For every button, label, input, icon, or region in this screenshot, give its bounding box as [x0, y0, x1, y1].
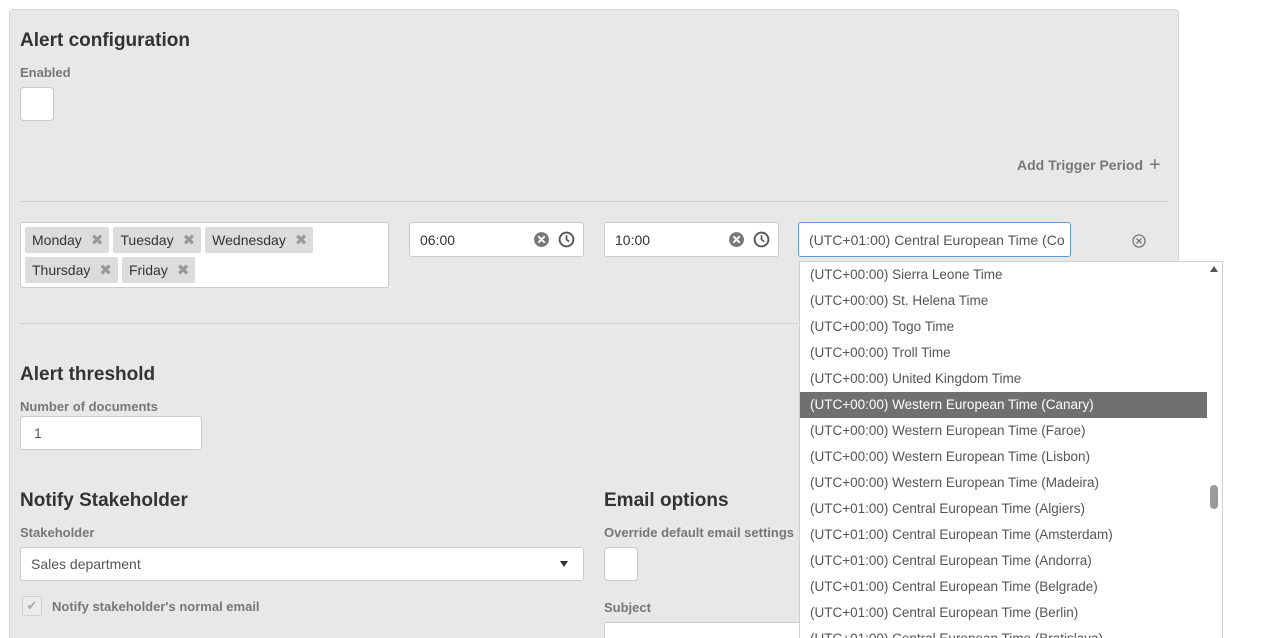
remove-tag-icon[interactable]: ✖: [91, 231, 104, 249]
timezone-option[interactable]: (UTC+00:00) St. Helena Time: [800, 288, 1208, 314]
end-time-input[interactable]: 10:00: [604, 222, 779, 257]
timezone-option[interactable]: (UTC+00:00) Troll Time: [800, 340, 1208, 366]
day-tag-label: Wednesday: [212, 232, 286, 248]
timezone-option[interactable]: (UTC+00:00) Western European Time (Faroe…: [800, 418, 1208, 444]
enabled-label: Enabled: [20, 65, 71, 80]
alert-threshold-heading: Alert threshold: [20, 364, 156, 385]
subject-label: Subject: [604, 600, 651, 615]
timezone-value: (UTC+01:00) Central European Time (Co: [809, 231, 1065, 248]
remove-trigger-period-icon[interactable]: [1131, 233, 1147, 249]
documents-label: Number of documents: [20, 399, 158, 414]
enabled-checkbox[interactable]: [20, 87, 54, 121]
normal-email-option[interactable]: ✔ Notify stakeholder's normal email: [22, 596, 260, 616]
divider: [20, 323, 798, 324]
timezone-option[interactable]: (UTC+01:00) Central European Time (Berli…: [800, 600, 1208, 626]
plus-icon: +: [1149, 154, 1161, 176]
divider: [20, 201, 1168, 202]
alert-configuration-heading: Alert configuration: [20, 30, 190, 51]
timezone-option[interactable]: (UTC+01:00) Central European Time (Andor…: [800, 548, 1208, 574]
days-multiselect[interactable]: Monday ✖ Tuesday ✖ Wednesday ✖ Thursday …: [20, 222, 389, 288]
day-tag-label: Thursday: [32, 262, 91, 278]
day-tag: Monday ✖: [25, 227, 110, 253]
documents-value: 1: [34, 425, 42, 441]
subject-input[interactable]: [604, 622, 804, 638]
timezone-option[interactable]: (UTC+00:00) Sierra Leone Time: [800, 262, 1208, 288]
timezone-option[interactable]: (UTC+00:00) Western European Time (Canar…: [800, 392, 1208, 418]
override-checkbox[interactable]: [604, 547, 638, 581]
add-trigger-period-label: Add Trigger Period: [1017, 157, 1144, 173]
scrollbar[interactable]: [1207, 262, 1222, 638]
normal-email-label: Notify stakeholder's normal email: [52, 598, 260, 614]
timezone-option[interactable]: (UTC+00:00) United Kingdom Time: [800, 366, 1208, 392]
stakeholder-select[interactable]: Sales department: [20, 547, 584, 581]
remove-tag-icon[interactable]: ✖: [295, 231, 308, 249]
clock-icon[interactable]: [558, 231, 575, 248]
timezone-option[interactable]: (UTC+00:00) Western European Time (Madei…: [800, 470, 1208, 496]
scroll-up-icon[interactable]: [1210, 266, 1218, 272]
normal-email-checkbox[interactable]: ✔: [22, 596, 42, 616]
add-trigger-period-button[interactable]: Add Trigger Period +: [1017, 154, 1161, 176]
timezone-option[interactable]: (UTC+00:00) Western European Time (Lisbo…: [800, 444, 1208, 470]
timezone-option[interactable]: (UTC+01:00) Central European Time (Amste…: [800, 522, 1208, 548]
end-time-value: 10:00: [615, 231, 651, 248]
remove-tag-icon[interactable]: ✖: [177, 261, 190, 279]
timezone-option[interactable]: (UTC+01:00) Central European Time (Belgr…: [800, 574, 1208, 600]
timezone-option[interactable]: (UTC+01:00) Central European Time (Brati…: [800, 626, 1208, 638]
override-label: Override default email settings: [604, 525, 795, 540]
day-tag-label: Friday: [128, 262, 168, 278]
start-time-value: 06:00: [420, 231, 456, 248]
notify-stakeholder-heading: Notify Stakeholder: [20, 490, 188, 511]
day-tag: Thursday ✖: [25, 257, 118, 283]
day-tag-label: Monday: [32, 232, 82, 248]
remove-tag-icon[interactable]: ✖: [99, 261, 112, 279]
day-tag-label: Tuesday: [120, 232, 174, 248]
timezone-select[interactable]: (UTC+01:00) Central European Time (Co: [798, 222, 1071, 257]
timezone-option[interactable]: (UTC+00:00) Togo Time: [800, 314, 1208, 340]
clear-icon[interactable]: [728, 231, 745, 248]
timezone-option[interactable]: (UTC+01:00) Central European Time (Algie…: [800, 496, 1208, 522]
day-tag: Friday ✖: [121, 257, 196, 283]
day-tag: Tuesday ✖: [113, 227, 202, 253]
start-time-input[interactable]: 06:00: [409, 222, 584, 257]
scrollbar-thumb[interactable]: [1210, 485, 1218, 509]
stakeholder-value: Sales department: [31, 556, 141, 572]
checkmark-icon: ✔: [26, 598, 38, 613]
email-options-heading: Email options: [604, 490, 729, 511]
documents-input[interactable]: 1: [20, 416, 202, 450]
day-tag: Wednesday ✖: [205, 227, 314, 253]
remove-tag-icon[interactable]: ✖: [183, 231, 196, 249]
chevron-down-icon: [560, 561, 568, 567]
clock-icon[interactable]: [753, 231, 770, 248]
stakeholder-label: Stakeholder: [20, 525, 95, 540]
timezone-dropdown-list[interactable]: (UTC+00:00) Sierra Leone Time (UTC+00:00)…: [799, 261, 1223, 638]
clear-icon[interactable]: [533, 231, 550, 248]
